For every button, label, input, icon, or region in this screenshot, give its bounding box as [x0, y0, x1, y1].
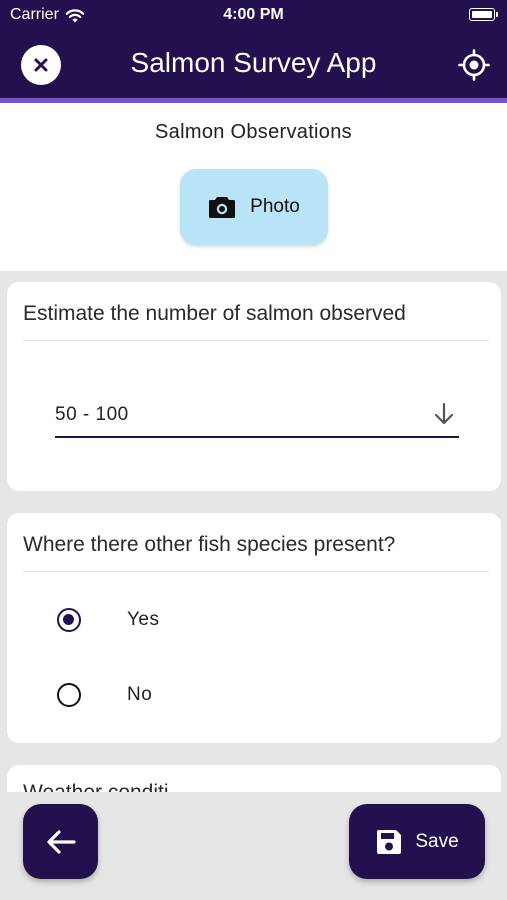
other-species-question: Where there other fish species present?	[23, 533, 396, 556]
gps-locate-icon	[458, 49, 490, 81]
radio-option-no[interactable]: No	[57, 675, 152, 715]
other-species-card: Where there other fish species present? …	[7, 513, 501, 743]
battery-icon	[469, 8, 498, 21]
photo-button[interactable]: Photo	[180, 169, 328, 245]
app-bar: Carrier 4:00 PM Salmon Survey App	[0, 0, 507, 100]
save-button[interactable]: Save	[349, 804, 485, 879]
status-bar: Carrier 4:00 PM	[0, 0, 507, 30]
salmon-count-question: Estimate the number of salmon observed	[23, 302, 406, 325]
observations-header: Salmon Observations Photo	[0, 103, 507, 271]
salmon-count-card: Estimate the number of salmon observed 5…	[7, 282, 501, 491]
salmon-count-value: 50 - 100	[55, 404, 129, 425]
card-divider	[23, 571, 489, 572]
back-button[interactable]	[23, 804, 98, 879]
locate-button[interactable]	[457, 48, 491, 82]
radio-yes-button[interactable]	[57, 608, 81, 632]
radio-no-label: No	[127, 684, 153, 705]
radio-no-button[interactable]	[57, 683, 81, 707]
card-divider	[23, 340, 489, 341]
camera-icon	[209, 197, 236, 218]
salmon-count-dropdown[interactable]: 50 - 100	[55, 392, 459, 438]
radio-option-yes[interactable]: Yes	[57, 600, 159, 640]
photo-button-label: Photo	[250, 196, 300, 217]
save-button-label: Save	[415, 830, 459, 852]
radio-yes-label: Yes	[127, 609, 160, 630]
status-time: 4:00 PM	[223, 6, 284, 23]
app-title: Salmon Survey App	[130, 47, 377, 78]
arrow-left-icon	[46, 829, 76, 854]
floppy-disk-icon	[377, 829, 402, 854]
arrow-down-icon	[434, 402, 454, 425]
section-title: Salmon Observations	[155, 121, 352, 143]
